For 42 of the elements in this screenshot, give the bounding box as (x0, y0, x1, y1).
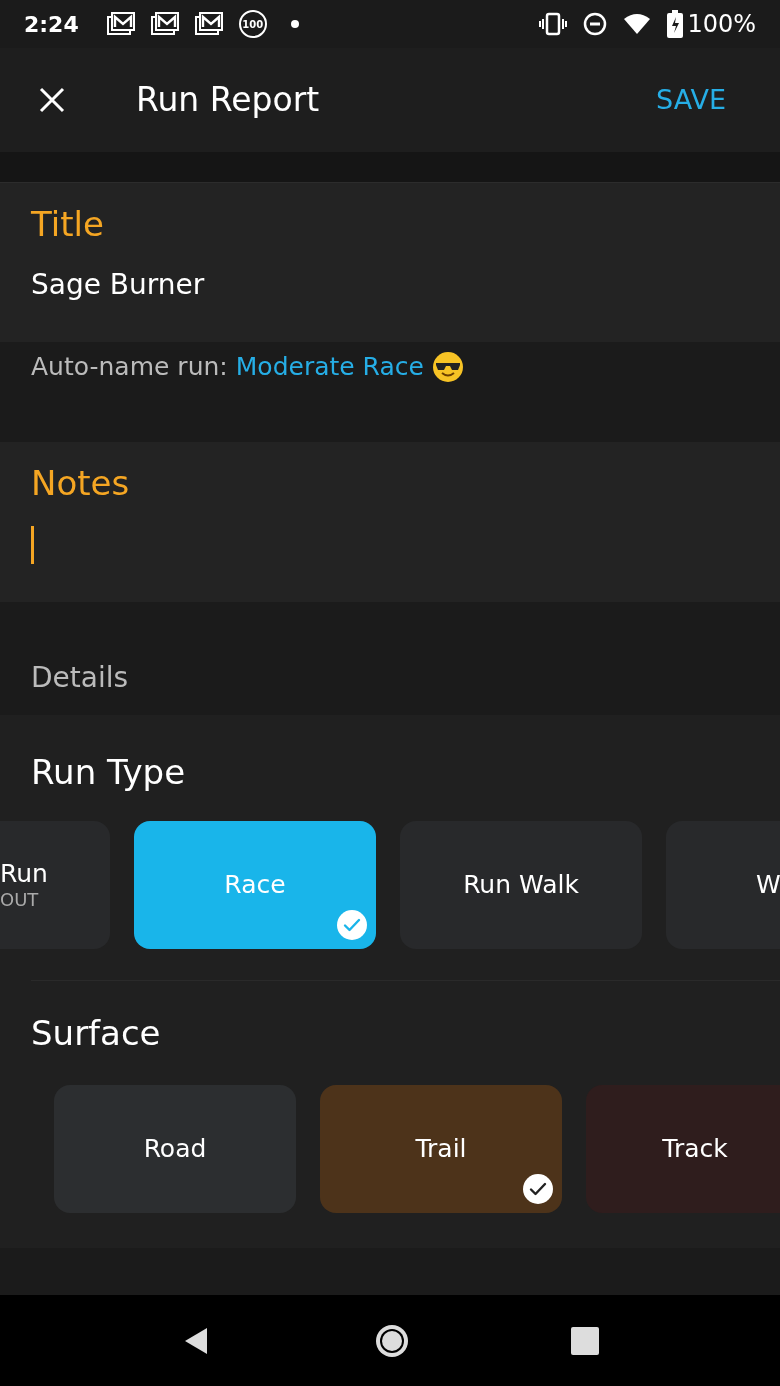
wifi-icon (623, 12, 652, 36)
run-type-heading: Run Type (31, 750, 186, 794)
dot-icon (290, 20, 299, 28)
close-icon (38, 86, 66, 114)
run-type-card[interactable]: W (666, 821, 780, 949)
recents-icon[interactable] (571, 1326, 600, 1355)
run-type-label: Run (0, 858, 48, 890)
title-input[interactable]: Sage Burner (31, 264, 749, 306)
do-not-disturb-icon (583, 12, 608, 36)
surface-label: Track (662, 1133, 728, 1166)
mail-icon (106, 12, 135, 36)
run-type-card[interactable]: Run OUT (0, 821, 110, 949)
surface-card[interactable]: Trail (320, 1085, 562, 1213)
vibrate-icon (539, 12, 568, 36)
run-type-sublabel: OUT (0, 889, 39, 912)
surface-card[interactable]: Track (586, 1085, 780, 1213)
surface-label: Trail (415, 1133, 467, 1166)
save-button[interactable]: SAVE (656, 79, 726, 121)
auto-name-link[interactable]: Moderate Race (235, 348, 424, 386)
notification-badge: 100 (238, 10, 267, 38)
run-type-label: W (756, 869, 780, 902)
run-type-card[interactable]: Run Walk (400, 821, 642, 949)
surface-card[interactable]: Road (54, 1085, 296, 1213)
mail-icon (194, 12, 223, 36)
battery-percent: 100% (687, 9, 756, 40)
title-label: Title (31, 203, 105, 246)
auto-name-label: Auto-name run: (31, 351, 228, 383)
run-type-label: Run Walk (463, 869, 579, 902)
details-heading: Details (31, 660, 129, 696)
status-time: 2:24 (24, 10, 79, 39)
notes-label: Notes (31, 462, 131, 505)
home-icon[interactable] (374, 1322, 410, 1359)
surface-label: Road (143, 1133, 207, 1166)
screen-title: Run Report (136, 79, 320, 122)
checkmark-icon (336, 909, 368, 941)
battery-icon (667, 10, 684, 38)
sunglasses-emoji-icon (431, 350, 464, 383)
run-type-label: Race (224, 869, 286, 902)
text-cursor (31, 526, 34, 564)
checkmark-icon (522, 1173, 554, 1205)
mail-icon (150, 12, 179, 36)
surface-heading: Surface (31, 1011, 161, 1055)
